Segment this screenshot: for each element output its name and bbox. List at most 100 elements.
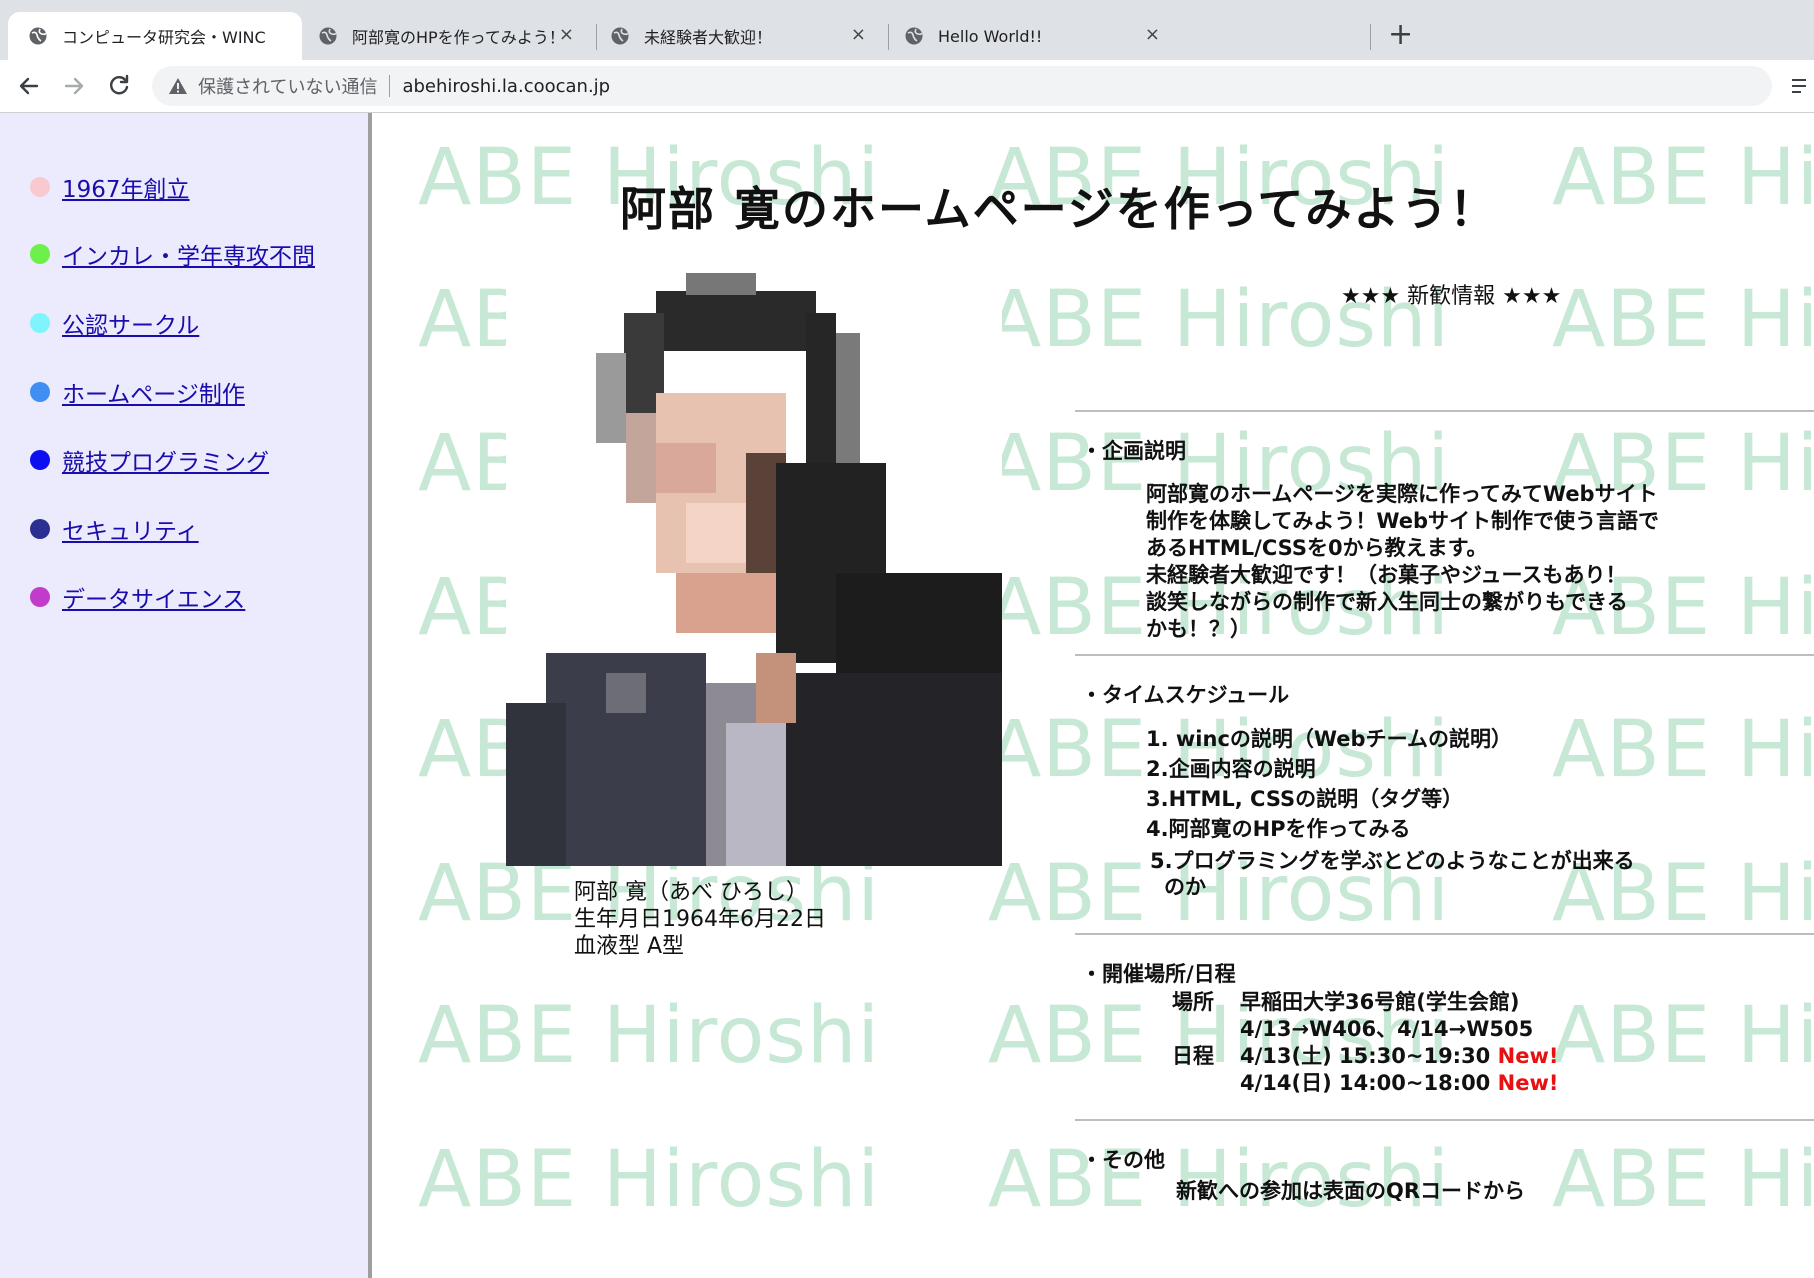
- address-divider: [389, 75, 391, 97]
- tab-title: Hello World!!: [938, 26, 1043, 46]
- sidebar-link[interactable]: ホームページ制作: [62, 375, 245, 409]
- warning-icon[interactable]: [168, 76, 188, 96]
- schedule-item-line: のか: [1164, 875, 1206, 899]
- watermark-text: ABE Hiroshi: [418, 991, 881, 1081]
- sidebar-link[interactable]: 競技プログラミング: [62, 443, 269, 477]
- tab-title: 未経験者大歓迎！: [644, 28, 773, 47]
- plan-line: かも！？）: [1146, 617, 1251, 641]
- sidebar-link[interactable]: 1967年創立: [62, 170, 190, 204]
- close-icon[interactable]: ×: [851, 25, 866, 45]
- schedule-item: 4.阿部寛のHPを作ってみる: [1146, 817, 1411, 841]
- security-status-text[interactable]: 保護されていない通信: [198, 73, 377, 99]
- reading-list-icon[interactable]: [1790, 74, 1814, 98]
- browser-toolbar: 保護されていない通信 abehiroshi.la.coocan.jp: [0, 60, 1814, 113]
- schedule-item: 5.プログラミングを学ぶとどのようなことが出来る のか: [1146, 848, 1706, 900]
- section-divider: [1075, 410, 1814, 412]
- sidebar-link[interactable]: データサイエンス: [62, 580, 245, 614]
- back-arrow-icon[interactable]: [15, 72, 43, 100]
- new-badge: New!: [1497, 1071, 1559, 1095]
- venue-section-title: ・開催場所/日程: [1081, 962, 1236, 986]
- schedule-section-title: ・タイムスケジュール: [1081, 683, 1290, 707]
- caption-blood-type: 血液型 A型: [574, 934, 685, 959]
- date-value: 4/13(土) 15:30~19:30: [1240, 1044, 1491, 1068]
- schedule-item: 3.HTML, CSSの説明（タグ等）: [1146, 787, 1464, 811]
- place-label: 場所: [1172, 990, 1214, 1014]
- close-icon[interactable]: ×: [1145, 25, 1160, 45]
- sidebar-link[interactable]: 公認サークル: [62, 306, 199, 340]
- page-title: 阿部 寛のホームページを作ってみよう！: [620, 182, 1498, 236]
- pixelated-portrait-image: [506, 273, 1002, 866]
- plan-line: 制作を体験してみよう！Webサイト制作で使う言語で: [1146, 509, 1660, 533]
- plan-section-title: ・企画説明: [1081, 439, 1186, 463]
- watermark-text: ABE Hiroshi: [1552, 275, 1814, 365]
- tab-welcome[interactable]: 未経験者大歓迎！ ×: [590, 12, 888, 60]
- sidebar-link[interactable]: インカレ・学年専攻不問: [62, 237, 315, 271]
- tab-winc[interactable]: コンピュータ研究会・WINC: [8, 12, 302, 60]
- bullet-dot: [30, 244, 50, 264]
- venue-date-row: 日程 4/13(土) 15:30~19:30 New!: [1172, 1043, 1558, 1070]
- plan-line: 談笑しながらの制作で新入生同士の繋がりもできる: [1146, 590, 1628, 614]
- caption-name: 阿部 寛（あべ ひろし）: [574, 880, 808, 905]
- url-text[interactable]: abehiroshi.la.coocan.jp: [402, 76, 610, 97]
- tab-abe-hp[interactable]: 阿部寛のHPを作ってみよう！ ×: [298, 12, 596, 60]
- tab-divider: [1370, 24, 1371, 50]
- place-value: 早稲田大学36号館(学生会館): [1240, 990, 1520, 1014]
- globe-icon: [611, 27, 629, 45]
- new-badge: New!: [1497, 1044, 1559, 1068]
- sidebar: 1967年創立 インカレ・学年専攻不問 公認サークル ホームページ制作 競技プロ…: [0, 113, 372, 1278]
- tab-hello-world[interactable]: Hello World!! ×: [884, 12, 1182, 60]
- sidebar-link[interactable]: セキュリティ: [62, 512, 199, 546]
- bullet-dot: [30, 313, 50, 333]
- address-bar[interactable]: 保護されていない通信 abehiroshi.la.coocan.jp: [152, 66, 1772, 106]
- plan-line: 阿部寛のホームページを実際に作ってみてWebサイト: [1146, 482, 1658, 506]
- plan-line: 未経験者大歓迎です！（お菓子やジュースもあり！: [1146, 563, 1627, 587]
- globe-icon: [29, 27, 47, 45]
- new-tab-button[interactable]: +: [1388, 20, 1413, 50]
- tab-strip: コンピュータ研究会・WINC 阿部寛のHPを作ってみよう！ × 未経験者大歓迎！…: [0, 0, 1814, 60]
- place-value: 4/13→W406、4/14→W505: [1240, 1017, 1534, 1041]
- schedule-list: 1. wincの説明（Webチームの説明） 2.企画内容の説明 3.HTML, …: [1146, 724, 1706, 900]
- section-divider: [1075, 933, 1814, 935]
- tab-title: コンピュータ研究会・WINC: [62, 28, 266, 47]
- bullet-dot: [30, 587, 50, 607]
- reload-icon[interactable]: [105, 72, 133, 100]
- venue-date-row: 4/14(日) 14:00~18:00 New!: [1172, 1070, 1558, 1097]
- watermark-text: ABE Hiroshi: [418, 1135, 881, 1225]
- sidebar-item-security[interactable]: セキュリティ: [30, 512, 199, 546]
- sidebar-item-data-science[interactable]: データサイエンス: [30, 580, 245, 614]
- bullet-dot: [30, 382, 50, 402]
- sidebar-item-web[interactable]: ホームページ制作: [30, 375, 245, 409]
- watermark-text: ABE Hiroshi: [1552, 991, 1814, 1081]
- main-content: ABE Hiroshi ABE Hiroshi ABE Hiroshi ABE …: [376, 113, 1814, 1278]
- forward-arrow-icon[interactable]: [60, 72, 88, 100]
- plan-line: あるHTML/CSSを0から教えます。: [1146, 536, 1488, 560]
- schedule-item: 2.企画内容の説明: [1146, 757, 1316, 781]
- bullet-dot: [30, 177, 50, 197]
- globe-icon: [319, 27, 337, 45]
- sidebar-item-official[interactable]: 公認サークル: [30, 306, 199, 340]
- bullet-dot: [30, 450, 50, 470]
- venue-place-row: 4/13→W406、4/14→W505: [1172, 1016, 1558, 1043]
- profile-caption: 阿部 寛（あべ ひろし） 生年月日1964年6月22日 血液型 A型: [574, 879, 826, 960]
- watermark-text: ABE Hiroshi: [1552, 1135, 1814, 1225]
- watermark-text: ABE Hiroshi: [1552, 133, 1814, 223]
- profile-photo: [506, 273, 1002, 866]
- schedule-item: 1. wincの説明（Webチームの説明）: [1146, 727, 1512, 751]
- venue-details: 場所 早稲田大学36号館(学生会館) 4/13→W406、4/14→W505 日…: [1172, 989, 1558, 1097]
- sidebar-item-intercollege[interactable]: インカレ・学年専攻不問: [30, 237, 315, 271]
- tab-title: 阿部寛のHPを作ってみよう！: [352, 28, 565, 47]
- section-divider: [1075, 1119, 1814, 1121]
- section-divider: [1075, 654, 1814, 656]
- other-section-title: ・その他: [1081, 1148, 1165, 1172]
- news-heading: ★★★ 新歓情報 ★★★: [1341, 284, 1562, 309]
- venue-place-row: 場所 早稲田大学36号館(学生会館): [1172, 989, 1558, 1016]
- date-value: 4/14(日) 14:00~18:00: [1240, 1071, 1491, 1095]
- sidebar-item-competitive-programming[interactable]: 競技プログラミング: [30, 443, 269, 477]
- other-text: 新歓への参加は表面のQRコードから: [1176, 1179, 1526, 1203]
- close-icon[interactable]: ×: [559, 25, 574, 45]
- caption-birthday: 生年月日1964年6月22日: [574, 907, 826, 932]
- globe-icon: [905, 27, 923, 45]
- sidebar-item-founded[interactable]: 1967年創立: [30, 170, 190, 204]
